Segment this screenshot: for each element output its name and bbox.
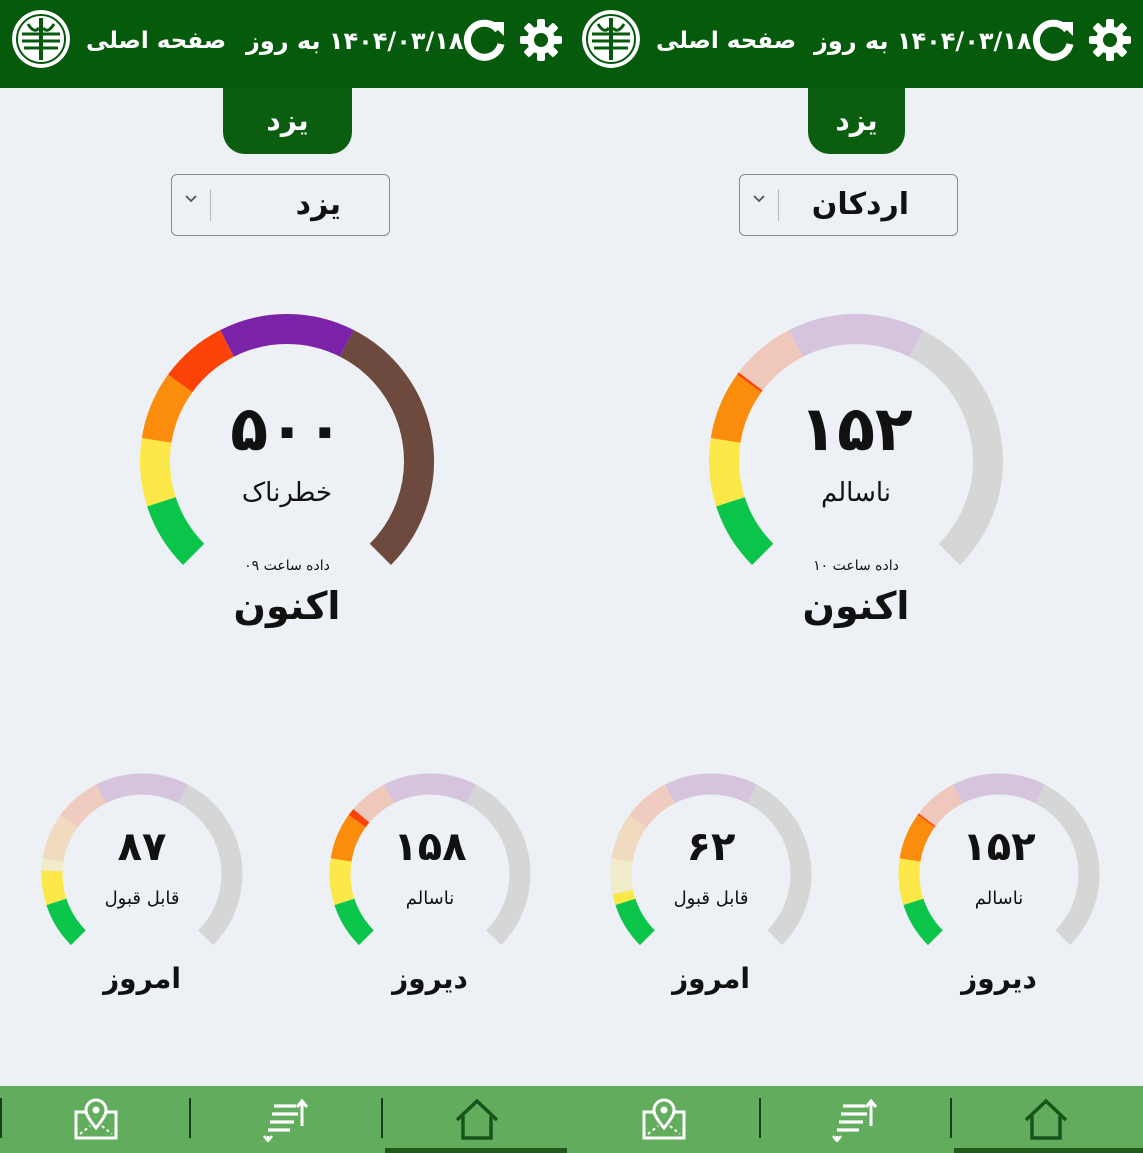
select-divider — [778, 189, 779, 221]
gauge-segment — [348, 808, 370, 828]
aqi-category: قابل قبول — [673, 888, 749, 909]
data-hour-label: داده ساعت ۱۰ — [813, 558, 899, 574]
home-link[interactable]: صفحه اصلی — [656, 28, 796, 54]
header-bar: ۱۴۰۴/۰۳/۱۸ به روز صفحه اصلی — [570, 0, 1143, 88]
city-select-value: اردکان — [811, 187, 909, 222]
period-label: دیروز — [392, 962, 468, 995]
aqi-category: خطرناک — [241, 478, 333, 508]
aqi-value: ۱۵۸ — [393, 824, 467, 870]
nav-divider — [0, 1098, 2, 1138]
home-icon[interactable] — [453, 1096, 501, 1142]
gauge-segment-faded — [665, 773, 757, 804]
aqi-value: ۱۵۲ — [799, 392, 913, 465]
aqi-yesterday-gauge: ۱۵۲ ناسالم دیروز — [891, 766, 1107, 1006]
last-update-label: ۱۴۰۴/۰۳/۱۸ به روز — [814, 27, 1032, 55]
gauge-segment-faded — [353, 784, 395, 823]
aqi-value: ۱۵۲ — [962, 824, 1036, 870]
city-select[interactable]: یزد — [171, 174, 390, 236]
gauge-segment-faded — [953, 773, 1045, 804]
aqi-value: ۵۰۰ — [230, 392, 344, 465]
city-select-value: یزد — [295, 187, 341, 222]
nav-divider — [759, 1098, 761, 1138]
bottom-nav — [0, 1086, 570, 1153]
sort-list-icon[interactable] — [262, 1096, 310, 1142]
panel-ardakan: ۱۴۰۴/۰۳/۱۸ به روز صفحه اصلی یزد اردکان ۱… — [570, 0, 1143, 1153]
province-tab[interactable]: یزد — [808, 88, 905, 154]
aqi-category: ناسالم — [974, 888, 1024, 909]
environment-logo-icon — [582, 10, 640, 68]
period-label: اکنون — [802, 584, 910, 628]
aqi-category: ناسالم — [820, 478, 892, 508]
period-label: دیروز — [961, 962, 1037, 995]
nav-divider — [381, 1098, 383, 1138]
map-pin-icon[interactable] — [640, 1096, 688, 1142]
refresh-icon[interactable] — [1029, 16, 1077, 64]
period-label: اکنون — [233, 584, 341, 628]
aqi-now-gauge: ۵۰۰ خطرناک داده ساعت ۰۹ اکنون — [134, 308, 440, 648]
province-tab[interactable]: یزد — [223, 88, 352, 154]
gauge-segment-faded — [789, 314, 923, 357]
gauge-segment-faded — [629, 784, 676, 828]
period-label: امروز — [672, 962, 750, 995]
gauge-segment-faded — [96, 773, 188, 804]
gauge-segment — [220, 314, 354, 357]
gauge-segment — [168, 330, 235, 393]
period-label: امروز — [103, 962, 181, 995]
gear-icon[interactable] — [1086, 16, 1134, 64]
aqi-value: ۸۷ — [117, 824, 167, 870]
bottom-nav — [570, 1086, 1143, 1153]
aqi-now-gauge: ۱۵۲ ناسالم داده ساعت ۱۰ اکنون — [703, 308, 1009, 648]
gauge-segment-faded — [738, 330, 804, 391]
nav-divider — [189, 1098, 191, 1138]
map-pin-icon[interactable] — [72, 1096, 120, 1142]
data-hour-label: داده ساعت ۰۹ — [244, 558, 330, 574]
chevron-down-icon — [185, 195, 197, 203]
aqi-category: قابل قبول — [104, 888, 180, 909]
app-screen: ۱۴۰۴/۰۳/۱۸ به روز صفحه اصلی یزد یزد ۵۰۰ خ… — [0, 0, 1143, 1153]
aqi-today-gauge: ۶۲ قابل قبول امروز — [603, 766, 819, 1006]
active-tab-indicator — [954, 1148, 1143, 1153]
aqi-value: ۶۲ — [686, 824, 736, 870]
refresh-icon[interactable] — [460, 16, 508, 64]
header-bar: ۱۴۰۴/۰۳/۱۸ به روز صفحه اصلی — [0, 0, 570, 88]
gauge-segment-faded — [384, 773, 476, 804]
active-tab-indicator — [385, 1148, 567, 1153]
gauge-segment-faded — [918, 784, 964, 827]
select-divider — [210, 189, 211, 221]
aqi-category: ناسالم — [405, 888, 455, 909]
aqi-today-gauge: ۸۷ قابل قبول امروز — [34, 766, 250, 1006]
nav-divider — [950, 1098, 952, 1138]
sort-list-icon[interactable] — [831, 1096, 879, 1142]
home-icon[interactable] — [1022, 1096, 1070, 1142]
gauge-segment — [716, 496, 774, 565]
gauge-segment — [917, 813, 936, 828]
chevron-down-icon — [753, 195, 765, 203]
city-select[interactable]: اردکان — [739, 174, 958, 236]
gauge-segment-faded — [60, 784, 107, 828]
last-update-label: ۱۴۰۴/۰۳/۱۸ به روز — [246, 27, 464, 55]
gauge-segment — [147, 496, 205, 565]
gauge-segment — [737, 372, 763, 393]
home-link[interactable]: صفحه اصلی — [86, 28, 226, 54]
aqi-yesterday-gauge: ۱۵۸ ناسالم دیروز — [322, 766, 538, 1006]
environment-logo-icon — [12, 10, 70, 68]
gear-icon[interactable] — [517, 16, 565, 64]
panel-yazd: ۱۴۰۴/۰۳/۱۸ به روز صفحه اصلی یزد یزد ۵۰۰ خ… — [0, 0, 570, 1153]
